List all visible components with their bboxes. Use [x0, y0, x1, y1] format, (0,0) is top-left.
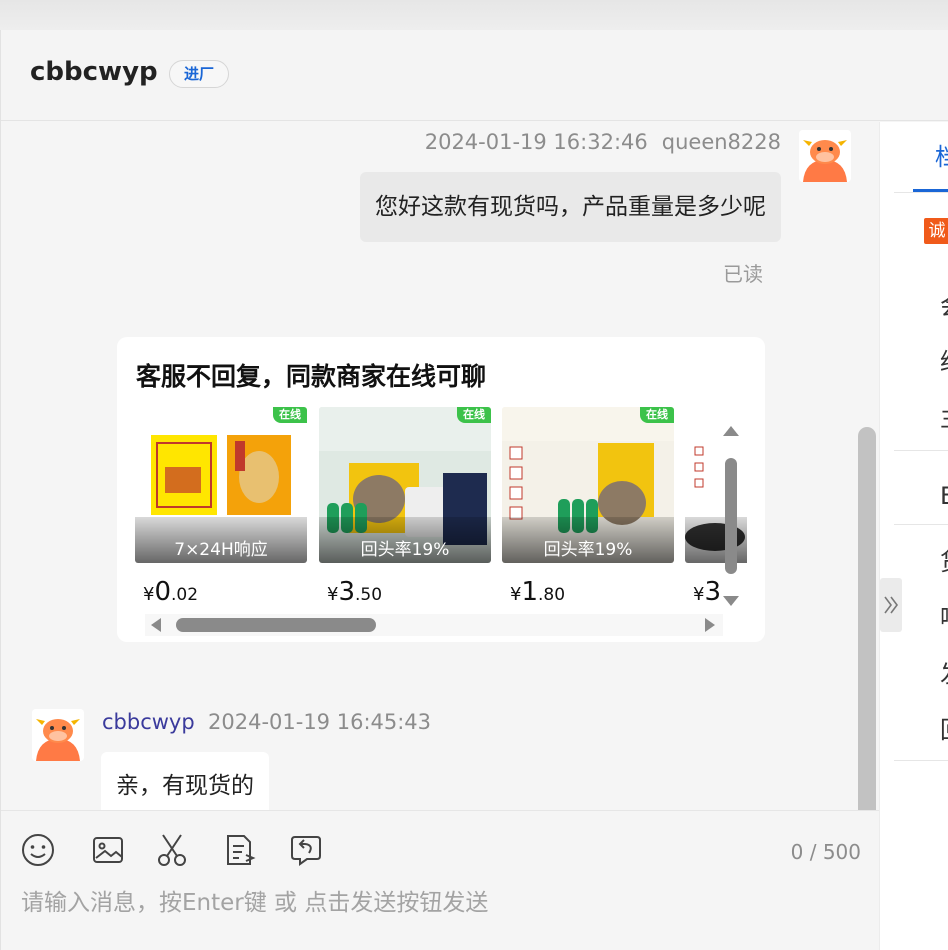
product-card[interactable]: 在线 回头率19% ¥3.50: [319, 407, 491, 613]
card-horizontal-scrollbar[interactable]: [145, 614, 723, 636]
incoming-sender: cbbcwyp: [102, 710, 195, 734]
composer: 0 / 500 请输入消息，按Enter键 或 点击发送按钮发送: [1, 810, 879, 950]
product-caption: 回头率19%: [360, 540, 450, 560]
collapse-panel-button[interactable]: [880, 578, 902, 632]
side-info-label: 会: [940, 286, 948, 321]
char-counter: 0 / 500: [790, 840, 861, 864]
enter-shop-badge[interactable]: 进厂: [169, 60, 230, 88]
product-image[interactable]: 在线 回头率19%: [319, 407, 491, 563]
side-info-label: 经: [940, 342, 948, 377]
outgoing-sender: queen8228: [661, 130, 781, 154]
product-carousel[interactable]: 在线 7×24H响应 ¥0.02 在线 回头率19% ¥3.50 在线 回头率1…: [135, 407, 747, 613]
window-top-strip: [0, 0, 948, 30]
product-caption: 回头率19%: [543, 540, 633, 560]
scroll-up-arrow-icon[interactable]: [723, 426, 739, 436]
cow-avatar-icon: [32, 709, 84, 761]
divider: [894, 760, 948, 761]
online-tag: 在线: [273, 407, 307, 423]
scissors-icon[interactable]: [153, 831, 191, 869]
card-vertical-scrollbar[interactable]: [720, 422, 742, 612]
message-input[interactable]: 请输入消息，按Enter键 或 点击发送按钮发送: [21, 883, 488, 917]
side-info-label: 主: [940, 398, 948, 433]
product-card[interactable]: 在线 回头率19% ¥1.80: [502, 407, 674, 613]
incoming-message-bubble[interactable]: 亲，有现货的: [101, 752, 269, 810]
shop-name[interactable]: cbbcwyp: [30, 57, 158, 87]
scroll-down-arrow-icon[interactable]: [723, 596, 739, 606]
tab-profile[interactable]: 档: [935, 137, 948, 172]
side-panel: 档 诚 会 经 主 E 货 响 发 回: [879, 122, 948, 950]
read-status: 已读: [723, 262, 763, 286]
incoming-timestamp: 2024-01-19 16:45:43: [208, 710, 432, 734]
chat-window: cbbcwyp 进厂 2024-01-19 16:32:46 queen8228 …: [0, 30, 948, 950]
product-price: ¥3: [693, 577, 721, 607]
message-list[interactable]: 2024-01-19 16:32:46 queen8228 您好这款有现货吗，产品…: [1, 122, 879, 810]
product-caption: 7×24H响应: [174, 540, 268, 560]
document-icon[interactable]: [220, 831, 258, 869]
double-chevron-right-icon: [884, 596, 898, 614]
online-tag: 在线: [457, 407, 491, 423]
scroll-thumb[interactable]: [176, 618, 376, 632]
product-image[interactable]: 在线 7×24H响应: [135, 407, 307, 563]
chat-scrollbar-thumb[interactable]: [858, 427, 876, 810]
product-price: ¥0.02: [143, 577, 199, 607]
outgoing-timestamp: 2024-01-19 16:32:46: [424, 130, 648, 154]
outgoing-meta: 2024-01-19 16:32:46 queen8228: [425, 130, 781, 154]
integrity-badge: 诚: [924, 218, 948, 244]
side-info-label: 发: [940, 654, 948, 689]
divider: [894, 192, 948, 193]
recommend-card-title: 客服不回复，同款商家在线可聊: [136, 362, 487, 391]
user-avatar[interactable]: [799, 130, 851, 182]
recommend-card[interactable]: 客服不回复，同款商家在线可聊 在线 7×24H响应 ¥0.02 在线 回头率19…: [117, 337, 765, 642]
product-card[interactable]: 在线 7×24H响应 ¥0.02: [135, 407, 307, 613]
scroll-thumb[interactable]: [725, 458, 737, 574]
side-info-label: 货: [940, 542, 948, 577]
product-price: ¥3.50: [327, 577, 383, 607]
image-icon[interactable]: [89, 831, 127, 869]
outgoing-message-bubble[interactable]: 您好这款有现货吗，产品重量是多少呢: [360, 172, 781, 242]
divider: [894, 524, 948, 525]
side-info-label: 回: [940, 710, 948, 745]
emoji-icon[interactable]: [19, 831, 57, 869]
product-price: ¥1.80: [510, 577, 566, 607]
online-tag: 在线: [640, 407, 674, 423]
divider: [894, 450, 948, 451]
side-info-label: 响: [940, 598, 948, 633]
cow-avatar-icon: [799, 130, 851, 182]
side-info-label: E: [940, 482, 948, 510]
shop-avatar[interactable]: [32, 709, 84, 761]
chat-header: cbbcwyp 进厂: [1, 30, 948, 121]
product-image[interactable]: 在线 回头率19%: [502, 407, 674, 563]
history-icon[interactable]: [287, 831, 325, 869]
